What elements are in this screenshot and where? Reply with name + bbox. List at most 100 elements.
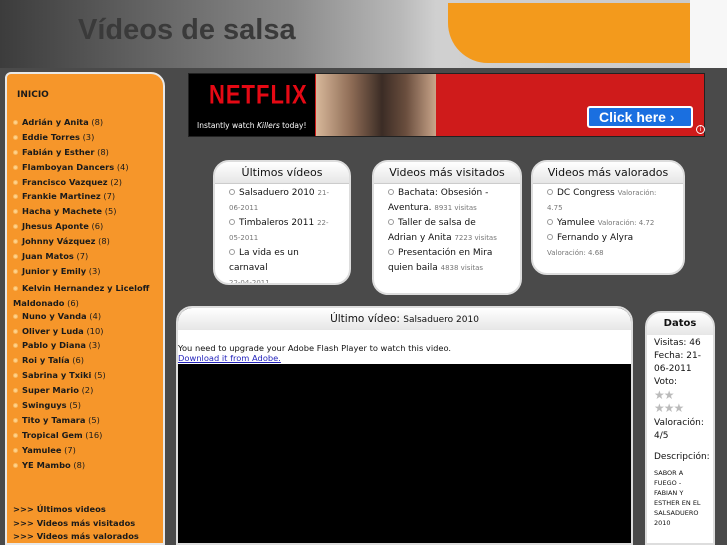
visitas-count: Visitas: 46 bbox=[654, 338, 701, 348]
list-item[interactable]: Taller de salsa de Adrian y Anita 7223 v… bbox=[374, 216, 520, 246]
ad-info-icon[interactable]: i bbox=[696, 125, 705, 134]
list-item[interactable]: Salsaduero 2010 21-06-2011 bbox=[215, 186, 349, 216]
header-accent bbox=[448, 3, 690, 63]
bullet-icon bbox=[13, 417, 18, 423]
star-icon: ★ bbox=[673, 401, 685, 415]
flash-message: You need to upgrade your Adobe Flash Pla… bbox=[178, 330, 631, 364]
bullet-icon bbox=[13, 224, 18, 230]
sidebar-item[interactable]: Flamboyan Dancers (4) bbox=[13, 162, 163, 177]
bullet-icon bbox=[13, 402, 18, 408]
bullet-icon bbox=[388, 219, 394, 225]
bullet-icon bbox=[13, 254, 18, 260]
site-title[interactable]: Vídeos de salsa bbox=[78, 14, 296, 47]
sidebar-item[interactable]: Hacha y Machete (5) bbox=[13, 206, 163, 221]
download-adobe-link[interactable]: Download it from Adobe. bbox=[178, 353, 631, 363]
sidebar-link-valorados[interactable]: >>> Videos más valorados bbox=[13, 531, 139, 543]
bullet-icon bbox=[229, 219, 235, 225]
sidebar: INICIO Adrián y Anita (8) Eddie Torres (3… bbox=[5, 72, 165, 545]
sidebar-item[interactable]: Yamulee (7) bbox=[13, 445, 163, 460]
bullet-icon bbox=[13, 285, 18, 291]
video-panel: Último vídeo: Salsaduero 2010 You need t… bbox=[176, 306, 633, 545]
valoracion: Valoración: 4/5 bbox=[654, 418, 704, 441]
video-heading: Último vídeo: Salsaduero 2010 bbox=[178, 308, 631, 330]
bullet-icon bbox=[13, 313, 18, 319]
sidebar-item[interactable]: Frankie Martinez (7) bbox=[13, 191, 163, 206]
bullet-icon bbox=[13, 164, 18, 170]
sidebar-item[interactable]: Kelvin Hernandez y Liceloff Maldonado (6… bbox=[13, 281, 163, 311]
sidebar-link-ultimos[interactable]: >>> Últimos videos bbox=[13, 504, 139, 518]
sidebar-item[interactable]: Super Mario (2) bbox=[13, 385, 163, 400]
rating-stars[interactable]: ★★ ★★★ bbox=[654, 388, 685, 415]
sidebar-link-visitados[interactable]: >>> Videos más visitados bbox=[13, 518, 139, 532]
ultimos-videos-title: Últimos vídeos bbox=[215, 162, 349, 184]
sidebar-item[interactable]: Eddie Torres (3) bbox=[13, 132, 163, 147]
bullet-icon bbox=[13, 343, 18, 349]
sidebar-item[interactable]: Johnny Vázquez (8) bbox=[13, 236, 163, 251]
bullet-icon bbox=[13, 239, 18, 245]
sidebar-item[interactable]: Pablo y Diana (3) bbox=[13, 340, 163, 355]
bullet-icon bbox=[13, 134, 18, 140]
bullet-icon bbox=[13, 447, 18, 453]
sidebar-item[interactable]: Jhesus Aponte (6) bbox=[13, 221, 163, 236]
sidebar-item[interactable]: Tito y Tamara (5) bbox=[13, 415, 163, 430]
ultimos-videos-box: Últimos vídeos Salsaduero 2010 21-06-201… bbox=[213, 160, 351, 285]
sidebar-item[interactable]: Juan Matos (7) bbox=[13, 251, 163, 266]
sidebar-item[interactable]: Roi y Talía (6) bbox=[13, 355, 163, 370]
list-item[interactable]: Timbaleros 2011 22-05-2011 bbox=[215, 216, 349, 246]
datos-title: Datos bbox=[647, 313, 713, 335]
bullet-icon bbox=[547, 234, 553, 240]
star-icon: ★ bbox=[663, 401, 675, 415]
mas-valorados-title: Videos más valorados bbox=[533, 162, 683, 184]
bullet-icon bbox=[13, 358, 18, 364]
sidebar-item[interactable]: Oliver y Luda (10) bbox=[13, 326, 163, 341]
bullet-icon bbox=[13, 120, 18, 125]
star-icon: ★ bbox=[654, 401, 665, 415]
bullet-icon bbox=[547, 219, 553, 225]
voto-label: Voto: bbox=[654, 377, 678, 387]
video-player[interactable] bbox=[178, 364, 631, 543]
bullet-icon bbox=[13, 268, 18, 274]
descripcion-text: SABOR A FUEGO - FABIAN Y ESTHER EN EL SA… bbox=[654, 469, 701, 527]
list-item[interactable]: Fernando y Alyra Valoración: 4.68 bbox=[533, 231, 683, 261]
bullet-icon bbox=[13, 373, 18, 379]
datos-panel: Datos Visitas: 46 Fecha: 21-06-2011 Voto… bbox=[645, 311, 715, 545]
list-item[interactable]: Presentación en Mira quien baila 4838 vi… bbox=[374, 246, 520, 276]
mas-valorados-box: Videos más valorados DC Congress Valorac… bbox=[531, 160, 685, 275]
sidebar-item[interactable]: Tropical Gem (16) bbox=[13, 430, 163, 445]
bullet-icon bbox=[388, 189, 394, 195]
list-item[interactable]: Bachata: Obsesión - Aventura. 8931 visit… bbox=[374, 186, 520, 216]
bullet-icon bbox=[13, 179, 18, 185]
sidebar-item[interactable]: Junior y Emily (3) bbox=[13, 266, 163, 281]
bullet-icon bbox=[13, 462, 18, 468]
netflix-ad-banner[interactable]: NETFLIX Instantly watch Killers today! C… bbox=[188, 73, 705, 137]
ad-tagline: Instantly watch Killers today! bbox=[197, 121, 307, 130]
sidebar-links: >>> Últimos videos >>> Videos más visita… bbox=[13, 504, 139, 543]
bullet-icon bbox=[229, 249, 235, 255]
bullet-icon bbox=[547, 189, 553, 195]
bullet-icon bbox=[13, 432, 18, 438]
fecha: Fecha: 21-06-2011 bbox=[654, 351, 701, 374]
mas-visitados-title: Videos más visitados bbox=[374, 162, 520, 184]
bullet-icon bbox=[13, 149, 18, 155]
bullet-icon bbox=[13, 209, 18, 215]
sidebar-item[interactable]: Fabián y Esther (8) bbox=[13, 147, 163, 162]
bullet-icon bbox=[13, 194, 18, 200]
sidebar-item[interactable]: YE Mambo (8) bbox=[13, 460, 163, 475]
list-item[interactable]: Yamulee Valoración: 4.72 bbox=[533, 216, 683, 231]
sidebar-item[interactable]: Sabrina y Txiki (5) bbox=[13, 370, 163, 385]
list-item[interactable]: La vida es un carnaval 22-04-2011 bbox=[215, 246, 349, 283]
netflix-logo: NETFLIX bbox=[209, 79, 308, 110]
sidebar-list: Adrián y Anita (8) Eddie Torres (3) Fabián… bbox=[13, 117, 163, 474]
star-icon: ★ bbox=[663, 388, 675, 402]
header: Vídeos de salsa bbox=[0, 0, 727, 68]
sidebar-item[interactable]: Nuno y Vanda (4) bbox=[13, 311, 163, 326]
ad-click-here-button[interactable]: Click here › bbox=[587, 106, 693, 128]
bullet-icon bbox=[13, 328, 18, 334]
sidebar-item[interactable]: Swinguys (5) bbox=[13, 400, 163, 415]
sidebar-item[interactable]: Adrián y Anita (8) bbox=[13, 117, 163, 132]
sidebar-item[interactable]: Francisco Vazquez (2) bbox=[13, 177, 163, 192]
mas-visitados-box: Videos más visitados Bachata: Obsesión -… bbox=[372, 160, 522, 295]
star-icon: ★ bbox=[654, 388, 665, 402]
sidebar-inicio-link[interactable]: INICIO bbox=[17, 90, 49, 100]
list-item[interactable]: DC Congress Valoración: 4.75 bbox=[533, 186, 683, 216]
